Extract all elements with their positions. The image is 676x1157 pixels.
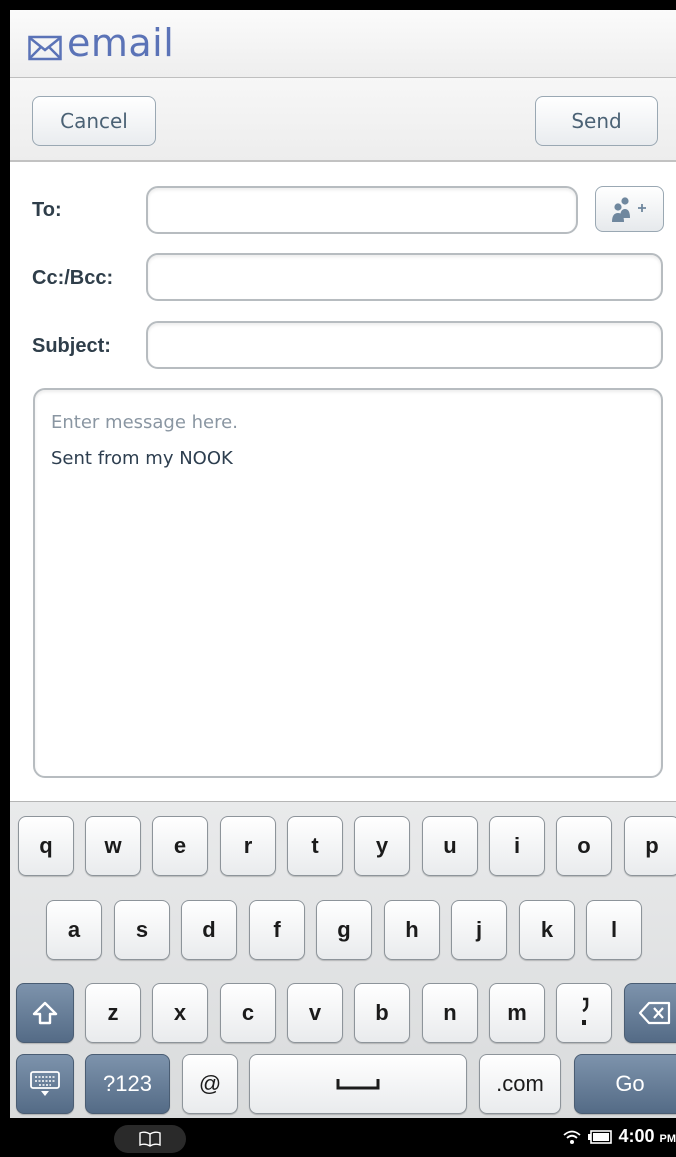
key-k[interactable]: k <box>519 900 575 960</box>
key-x[interactable]: x <box>152 983 208 1043</box>
space-icon <box>336 1079 380 1090</box>
key-m[interactable]: m <box>489 983 545 1043</box>
message-signature: Sent from my NOOK <box>51 448 233 469</box>
envelope-icon <box>28 35 62 61</box>
action-bar: Cancel Send <box>10 78 676 162</box>
apostrophe-period-glyph <box>582 997 589 1025</box>
key-i[interactable]: i <box>489 816 545 876</box>
key-l[interactable]: l <box>586 900 642 960</box>
wifi-icon <box>563 1130 582 1144</box>
book-icon <box>139 1131 161 1147</box>
key-b[interactable]: b <box>354 983 410 1043</box>
key-y[interactable]: y <box>354 816 410 876</box>
cancel-button[interactable]: Cancel <box>32 96 156 146</box>
backspace-key[interactable] <box>624 983 676 1043</box>
key-c[interactable]: c <box>220 983 276 1043</box>
space-key[interactable] <box>249 1054 467 1114</box>
home-button[interactable] <box>114 1125 186 1153</box>
battery-icon <box>588 1129 613 1144</box>
key-e[interactable]: e <box>152 816 208 876</box>
cc-bcc-field[interactable] <box>146 253 663 301</box>
go-key[interactable]: Go <box>574 1054 676 1114</box>
add-contact-icon <box>611 197 646 222</box>
dotcom-key[interactable]: .com <box>479 1054 561 1114</box>
key-z[interactable]: z <box>85 983 141 1043</box>
system-bar: 4:00 PM <box>0 1118 676 1157</box>
key-q[interactable]: q <box>18 816 74 876</box>
backspace-icon <box>638 1001 671 1025</box>
at-key[interactable]: @ <box>182 1054 238 1114</box>
subject-label: Subject: <box>32 335 111 357</box>
key-a[interactable]: a <box>46 900 102 960</box>
shift-icon <box>32 1001 58 1025</box>
status-clock: 4:00 PM <box>618 1126 676 1147</box>
app-title: email <box>67 21 175 65</box>
hide-keyboard-key[interactable] <box>16 1054 74 1114</box>
key-p[interactable]: p <box>624 816 676 876</box>
status-area: 4:00 PM <box>562 1126 676 1147</box>
key-f[interactable]: f <box>249 900 305 960</box>
key-u[interactable]: u <box>422 816 478 876</box>
cc-bcc-label: Cc:/Bcc: <box>32 267 114 289</box>
key-t[interactable]: t <box>287 816 343 876</box>
send-button[interactable]: Send <box>535 96 658 146</box>
key-w[interactable]: w <box>85 816 141 876</box>
subject-field[interactable] <box>146 321 663 369</box>
shift-key[interactable] <box>16 983 74 1043</box>
key-o[interactable]: o <box>556 816 612 876</box>
to-field[interactable] <box>146 186 578 234</box>
key-h[interactable]: h <box>384 900 440 960</box>
key-j[interactable]: j <box>451 900 507 960</box>
email-compose-screen: email Cancel Send To: Cc:/Bcc: Subject: … <box>10 10 676 1118</box>
symbols-key[interactable]: ?123 <box>85 1054 170 1114</box>
key-r[interactable]: r <box>220 816 276 876</box>
key-s[interactable]: s <box>114 900 170 960</box>
key-n[interactable]: n <box>422 983 478 1043</box>
key-v[interactable]: v <box>287 983 343 1043</box>
to-label: To: <box>32 199 62 221</box>
message-body[interactable]: Enter message here. Sent from my NOOK <box>33 388 663 778</box>
title-bar: email <box>10 10 676 78</box>
add-contact-button[interactable] <box>595 186 664 232</box>
message-placeholder: Enter message here. <box>51 412 238 433</box>
key-g[interactable]: g <box>316 900 372 960</box>
on-screen-keyboard: q w e r t y u i o p a s d f g h j k l z … <box>10 801 676 1118</box>
key-apostrophe-period[interactable] <box>556 983 612 1043</box>
clock-time: 4:00 <box>618 1126 655 1146</box>
keyboard-hide-icon <box>30 1071 60 1096</box>
clock-ampm: PM <box>659 1133 676 1145</box>
key-d[interactable]: d <box>181 900 237 960</box>
